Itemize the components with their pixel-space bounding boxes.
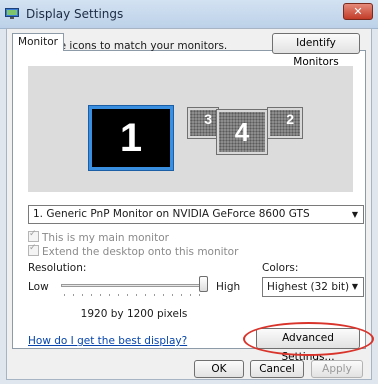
extend-desktop-label: Extend the desktop onto this monitor [42,246,239,258]
monitor-2-icon[interactable]: 2 [267,107,303,139]
slider-high-label: High [216,281,241,293]
monitor-1-icon[interactable]: 1 [88,105,174,171]
window-title: Display Settings [26,7,124,21]
close-button[interactable]: ✕ [343,3,373,20]
checkbox-checked-icon [28,229,39,242]
resolution-slider-track[interactable] [61,284,206,287]
apply-button[interactable]: Apply [311,360,363,378]
main-monitor-checkbox[interactable]: This is my main monitor [28,229,169,244]
monitor-arrangement-area: 3 2 4 1 [28,66,353,192]
resolution-slider-thumb[interactable] [199,276,208,292]
monitor-4-icon[interactable]: 4 [216,109,268,155]
resolution-value: 1920 by 1200 pixels [80,308,188,320]
title-bar: Display Settings ✕ [0,0,378,29]
colors-select-value: Highest (32 bit) [267,281,350,293]
ok-button[interactable]: OK [194,360,244,378]
main-monitor-label: This is my main monitor [42,232,169,244]
slider-low-label: Low [28,281,49,293]
monitor-select[interactable]: 1. Generic PnP Monitor on NVIDIA GeForce… [28,205,364,224]
monitor-3-icon[interactable]: 3 [187,107,219,139]
extend-desktop-checkbox[interactable]: Extend the desktop onto this monitor [28,243,239,258]
display-settings-icon [5,8,19,19]
checkbox-checked-icon [28,243,39,256]
slider-ticks [64,294,204,296]
identify-monitors-button[interactable]: Identify Monitors [272,33,360,68]
tab-monitor[interactable]: Monitor [12,33,64,51]
advanced-settings-button[interactable]: Advanced Settings... [256,328,360,363]
colors-select[interactable]: Highest (32 bit) ▼ [262,277,364,297]
chevron-down-icon: ▼ [351,282,358,291]
best-display-help-link[interactable]: How do I get the best display? [28,335,187,347]
resolution-label: Resolution: [28,262,87,274]
chevron-down-icon: ▼ [351,210,358,219]
cancel-button[interactable]: Cancel [250,360,304,378]
monitor-select-value: 1. Generic PnP Monitor on NVIDIA GeForce… [33,208,310,220]
colors-label: Colors: [262,262,299,274]
